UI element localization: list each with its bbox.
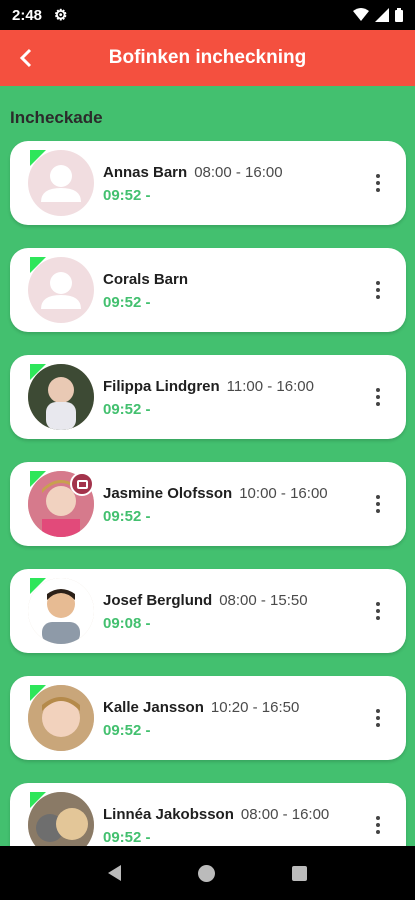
- status-flag: [30, 578, 46, 594]
- child-card[interactable]: Corals Barn 09:52 -: [10, 248, 406, 332]
- child-name: Jasmine Olofsson: [103, 485, 233, 502]
- calendar-badge-icon: [70, 472, 94, 496]
- checked-in-list: Annas Barn 08:00 - 16:00 09:52 - Corals B…: [10, 141, 406, 890]
- checkin-time: 09:52 -: [103, 294, 151, 311]
- section-title: Incheckade: [10, 108, 103, 127]
- checkin-time: 09:08 -: [103, 615, 151, 632]
- nav-recents-icon[interactable]: [291, 865, 307, 881]
- status-flag: [30, 150, 46, 166]
- status-flag: [30, 792, 46, 808]
- app-bar: Bofinken incheckning: [0, 30, 415, 86]
- more-options-icon[interactable]: [370, 597, 386, 625]
- more-options-icon[interactable]: [370, 490, 386, 518]
- child-card[interactable]: Jasmine Olofsson 10:00 - 16:00 09:52 -: [10, 462, 406, 546]
- child-schedule: 08:00 - 16:00: [194, 164, 283, 181]
- status-bar: 2:48 ⚙: [0, 0, 415, 30]
- status-flag: [30, 471, 46, 487]
- more-options-icon[interactable]: [370, 811, 386, 839]
- child-name: Linnéa Jakobsson: [103, 806, 234, 823]
- checkin-time: 09:52 -: [103, 187, 151, 204]
- child-name: Filippa Lindgren: [103, 378, 220, 395]
- child-schedule: 08:00 - 16:00: [240, 806, 330, 823]
- child-card[interactable]: Annas Barn 08:00 - 16:00 09:52 -: [10, 141, 406, 225]
- signal-icon: [375, 8, 389, 22]
- checkin-time: 09:52 -: [103, 401, 151, 418]
- more-options-icon[interactable]: [370, 383, 386, 411]
- gear-icon: ⚙: [54, 7, 68, 24]
- child-name: Annas Barn: [103, 164, 188, 181]
- child-card[interactable]: Filippa Lindgren 11:00 - 16:00 09:52 -: [10, 355, 406, 439]
- more-options-icon[interactable]: [370, 169, 386, 197]
- child-schedule: 10:00 - 16:00: [239, 485, 328, 502]
- wifi-icon: [353, 8, 369, 21]
- child-card[interactable]: Kalle Jansson 10:20 - 16:50 09:52 -: [10, 676, 406, 760]
- chevron-left-icon: [19, 48, 32, 68]
- status-flag: [30, 685, 46, 701]
- status-icons: [353, 8, 403, 22]
- child-name: Corals Barn: [103, 271, 189, 288]
- status-flag: [30, 257, 46, 273]
- back-button[interactable]: [10, 42, 42, 74]
- status-flag: [30, 364, 46, 380]
- system-nav-bar: [0, 846, 415, 900]
- child-schedule: 08:00 - 15:50: [219, 592, 308, 609]
- status-time: 2:48: [12, 6, 43, 24]
- more-options-icon[interactable]: [370, 276, 386, 304]
- battery-icon: [395, 8, 403, 22]
- checkin-time: 09:52 -: [103, 508, 151, 525]
- more-options-icon[interactable]: [370, 704, 386, 732]
- nav-back-icon[interactable]: [108, 865, 122, 881]
- child-schedule: 11:00 - 16:00: [226, 378, 314, 395]
- checkin-time: 09:52 -: [103, 829, 151, 846]
- page-title: Bofinken incheckning: [108, 47, 307, 68]
- nav-home-icon[interactable]: [197, 864, 215, 882]
- child-name: Kalle Jansson: [103, 699, 204, 716]
- checkin-time: 09:52 -: [103, 722, 151, 739]
- child-card[interactable]: Josef Berglund 08:00 - 15:50 09:08 -: [10, 569, 406, 653]
- child-schedule: 10:20 - 16:50: [210, 699, 300, 716]
- child-name: Josef Berglund: [103, 592, 213, 609]
